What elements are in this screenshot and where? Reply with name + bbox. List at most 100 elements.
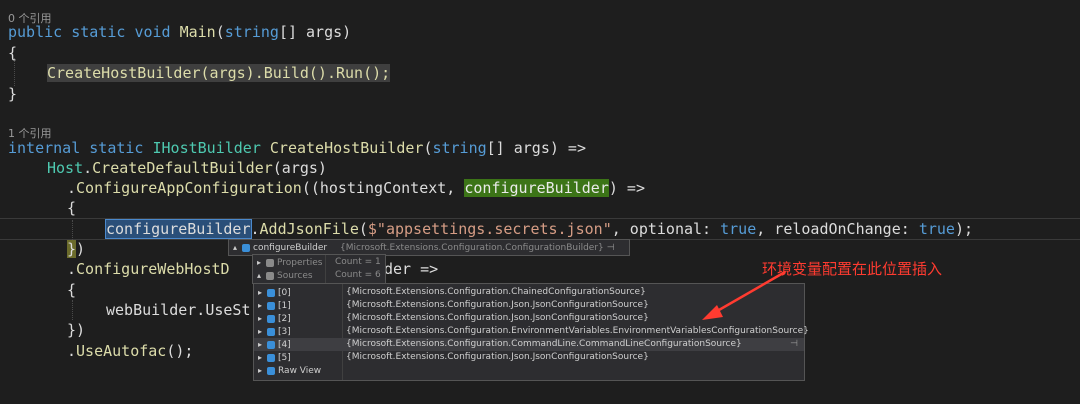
named-arg: , reloadOnChange:: [756, 220, 919, 238]
punctuation: );: [954, 220, 973, 238]
named-arg: , optional:: [611, 220, 721, 238]
item-value: {Microsoft.Extensions.Configuration.Comm…: [346, 339, 742, 349]
run-statement-highlight: CreateHostBuilder(args).Build().Run();: [47, 64, 391, 82]
lambda-arrow: ) =>: [608, 179, 645, 197]
object-icon: [267, 340, 275, 349]
code-line-host[interactable]: Host.CreateDefaultBuilder(args): [47, 158, 327, 178]
code-line-open-brace[interactable]: {: [8, 43, 17, 63]
punctuation: (: [215, 23, 225, 41]
code-line-web-statement[interactable]: webBuilder.UseSt: [106, 300, 251, 320]
method-name: UseAutofac: [76, 342, 167, 360]
keyword: void: [134, 23, 171, 41]
item-value: {Microsoft.Extensions.Configuration.Json…: [346, 300, 649, 310]
keyword: string: [224, 23, 279, 41]
object-icon: [267, 288, 275, 297]
properties-label: Properties: [277, 258, 323, 268]
method-name: AddJsonFile: [259, 220, 359, 238]
configure-builder-hover-target[interactable]: configureBuilder: [105, 219, 252, 239]
datatip-var-name: configureBuilder: [253, 243, 328, 253]
collapse-arrow-icon[interactable]: ▴: [253, 269, 265, 282]
expand-arrow-icon[interactable]: ▸: [254, 312, 266, 325]
code-line-main-signature[interactable]: public static void Main(string[] args): [8, 22, 351, 42]
expand-arrow-icon[interactable]: ▸: [254, 351, 266, 364]
matching-brace-highlight: }: [67, 240, 77, 258]
item-value: {Microsoft.Extensions.Configuration.Chai…: [346, 287, 646, 297]
keyword: internal: [8, 139, 81, 157]
object-icon: [267, 327, 275, 336]
object-icon: [267, 301, 275, 310]
keyword: string: [432, 139, 487, 157]
type-name: Host: [47, 159, 84, 177]
arguments: (args): [272, 159, 327, 177]
properties-count: Count = 1: [335, 257, 381, 267]
indent-guide: [72, 220, 73, 240]
code-line-configure-app[interactable]: .ConfigureAppConfiguration((hostingConte…: [67, 178, 645, 198]
item-index: [5]: [278, 353, 291, 363]
code-line-add-json-file[interactable]: configureBuilder.AddJsonFile($"appsettin…: [105, 219, 973, 239]
keyword: true: [918, 220, 955, 238]
type-name: IHostBuilder: [152, 139, 261, 157]
object-icon: [267, 353, 275, 362]
datatip-row-properties[interactable]: ▸ Properties Count = 1: [253, 256, 381, 269]
method-name: ConfigureAppConfiguration: [76, 179, 302, 197]
indent-guide: [72, 300, 73, 320]
expand-arrow-icon[interactable]: ▸: [254, 286, 266, 299]
method-name: Main: [179, 23, 216, 41]
configure-builder-reference-highlight[interactable]: configureBuilder: [464, 179, 609, 197]
expand-arrow-icon[interactable]: ▸: [254, 338, 266, 351]
item-value: {Microsoft.Extensions.Configuration.Json…: [346, 313, 649, 323]
keyword: static: [89, 139, 144, 157]
code-line-chb-signature[interactable]: internal static IHostBuilder CreateHostB…: [8, 138, 586, 158]
item-index: [1]: [278, 301, 291, 311]
punctuation: .: [67, 342, 77, 360]
sources-label: Sources: [277, 271, 313, 281]
code-line-run-statement[interactable]: CreateHostBuilder(args).Build().Run();: [47, 63, 391, 83]
item-index: [3]: [278, 327, 291, 337]
object-icon: [267, 366, 275, 375]
wrench-icon: [266, 258, 274, 267]
code-line-lambda-close[interactable]: }): [67, 239, 85, 259]
keyword: true: [720, 220, 757, 238]
code-line-web-open[interactable]: {: [67, 280, 76, 300]
method-name: ConfigureWebHostD: [76, 260, 230, 278]
item-index: [4]: [278, 340, 291, 350]
parameters: [] args) =>: [486, 139, 586, 157]
expand-arrow-icon[interactable]: ▸: [254, 299, 266, 312]
code-line-close-brace[interactable]: }: [8, 84, 17, 104]
punctuation: .: [67, 260, 77, 278]
annotation-arrow-icon: [702, 270, 786, 320]
code-line-configure-web-tail[interactable]: der =>: [384, 259, 438, 279]
pin-icon[interactable]: ⊣: [607, 243, 615, 253]
code-line-configure-web[interactable]: .ConfigureWebHostD: [67, 259, 230, 279]
code-line-lambda-open[interactable]: {: [67, 198, 76, 218]
code-line-web-close[interactable]: }): [67, 320, 85, 340]
expand-arrow-icon[interactable]: ▸: [254, 364, 266, 377]
punctuation: .: [67, 179, 77, 197]
punctuation: .: [83, 159, 93, 177]
punctuation: ();: [166, 342, 194, 360]
item-index: [0]: [278, 288, 291, 298]
string-literal: $"appsettings.secrets.json": [367, 220, 612, 238]
expand-arrow-icon[interactable]: ▸: [254, 325, 266, 338]
method-name: CreateHostBuilder: [269, 139, 424, 157]
code-line-use-autofac[interactable]: .UseAutofac();: [67, 341, 193, 361]
sources-count: Count = 6: [335, 270, 381, 280]
item-index: [2]: [278, 314, 291, 324]
datatip-members[interactable]: ▸ Properties Count = 1 ▴ Sources Count = 6: [252, 254, 386, 284]
method-name: CreateDefaultBuilder: [92, 159, 273, 177]
datatip-source-item[interactable]: ▸ [5] {Microsoft.Extensions.Configuration.…: [254, 351, 804, 364]
datatip-source-item-selected[interactable]: ▸ [4] {Microsoft.Extensions.Configuration.…: [254, 338, 804, 351]
keyword: public: [8, 23, 63, 41]
pin-icon[interactable]: ⊣: [790, 338, 798, 351]
keyword: static: [71, 23, 126, 41]
parameters: [] args): [278, 23, 352, 41]
expand-arrow-icon[interactable]: ▸: [253, 256, 265, 269]
datatip-row-sources[interactable]: ▴ Sources Count = 6: [253, 269, 381, 282]
datatip-var-type: {Microsoft.Extensions.Configuration.Conf…: [340, 243, 604, 253]
datatip-raw-view[interactable]: ▸ Raw View: [254, 364, 804, 377]
raw-view-label: Raw View: [278, 366, 322, 376]
lambda-params: ((hostingContext,: [301, 179, 465, 197]
collapse-arrow-icon[interactable]: ▴: [229, 241, 241, 254]
punctuation: (: [358, 220, 368, 238]
punctuation: ): [76, 240, 86, 258]
